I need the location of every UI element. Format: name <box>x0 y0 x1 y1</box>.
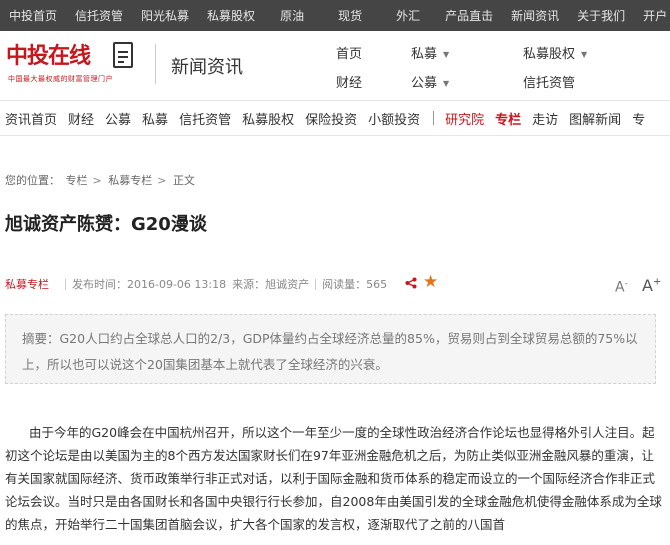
topbar-item-products[interactable]: 产品直击 <box>436 7 502 24</box>
top-navigation-bar: 中投首页 信托资管 阳光私募 私募股权 原油 现货 外汇 产品直击 新闻资讯 关… <box>0 0 670 31</box>
category-navigation: 资讯首页 财经 公募 私募 信托资管 私募股权 保险投资 小额投资 研究院 专栏… <box>0 101 670 136</box>
chevron-down-icon: ▼ <box>581 50 588 59</box>
breadcrumb: 您的位置： 专栏 > 私募专栏 > 正文 <box>5 172 197 188</box>
subnav-item-public-fund[interactable]: 公募 <box>105 109 131 128</box>
share-icon[interactable] <box>405 277 417 289</box>
header-nav-private-fund[interactable]: 私募 ▼ <box>411 43 449 62</box>
article-title: 旭诚资产陈赟：G20漫谈 <box>5 214 207 235</box>
article-summary: 摘要：G20人口约占全球总人口的2/3，GDP体量约占全球经济总量的85%，贸易… <box>5 314 656 384</box>
meta-divider <box>315 278 317 290</box>
topbar-item-crude-oil[interactable]: 原油 <box>264 7 320 24</box>
breadcrumb-prefix: 您的位置： <box>5 174 60 187</box>
section-title: 新闻资讯 <box>171 57 243 78</box>
subnav-item-micro-invest[interactable]: 小额投资 <box>368 109 420 128</box>
favorite-star-icon[interactable]: ★ <box>423 272 438 292</box>
article-source: 来源：旭诚资产 <box>232 278 310 291</box>
header-divider <box>155 44 156 84</box>
article-body-paragraph: 由于今年的G20峰会在中国杭州召开，所以这个一年至少一度的全球性政治经济合作论坛… <box>5 425 662 532</box>
subnav-divider <box>433 111 435 125</box>
subnav-item-finance[interactable]: 财经 <box>68 109 94 128</box>
logo-tagline: 中国最大最权威的财富管理门户 <box>8 75 113 83</box>
subnav-item-private-equity[interactable]: 私募股权 <box>242 109 294 128</box>
header-nav-home[interactable]: 首页 <box>336 43 362 62</box>
subnav-item-special[interactable]: 专 <box>632 109 645 128</box>
site-logo[interactable]: 中投在线 <box>6 38 91 70</box>
breadcrumb-arrow: > <box>157 174 167 187</box>
topbar-item-private-fund[interactable]: 阳光私募 <box>132 7 198 24</box>
publish-time: 发布时间：2016-09-06 13:18 <box>72 278 227 291</box>
decrease-font-button[interactable]: A- <box>615 279 628 296</box>
subnav-item-private-fund[interactable]: 私募 <box>142 109 168 128</box>
topbar-item-trust[interactable]: 信托资管 <box>66 7 132 24</box>
subnav-item-visits[interactable]: 走访 <box>532 109 558 128</box>
subnav-item-infographics[interactable]: 图解新闻 <box>569 109 621 128</box>
topbar-item-home[interactable]: 中投首页 <box>0 7 66 24</box>
topbar-item-private-equity[interactable]: 私募股权 <box>198 7 264 24</box>
header-nav-finance[interactable]: 财经 <box>336 72 362 91</box>
breadcrumb-item-private-column[interactable]: 私募专栏 <box>108 174 152 187</box>
meta-divider <box>65 278 66 290</box>
topbar-item-news[interactable]: 新闻资讯 <box>502 7 568 24</box>
topbar-item-open-account[interactable]: 开户 <box>634 7 670 24</box>
chevron-down-icon: ▼ <box>443 50 450 59</box>
subnav-item-insurance[interactable]: 保险投资 <box>305 109 357 128</box>
topbar-item-forex[interactable]: 外汇 <box>380 7 436 24</box>
subnav-item-trust[interactable]: 信托资管 <box>179 109 231 128</box>
breadcrumb-item-column[interactable]: 专栏 <box>66 174 88 187</box>
breadcrumb-arrow: > <box>92 174 102 187</box>
breadcrumb-item-current: 正文 <box>172 174 195 187</box>
document-icon <box>113 42 133 68</box>
header-nav-public-fund[interactable]: 公募 ▼ <box>411 72 449 91</box>
header-nav-trust[interactable]: 信托资管 <box>523 72 575 91</box>
article-meta: 私募专栏 发布时间：2016-09-06 13:18 来源：旭诚资产 阅读量：5… <box>5 276 387 292</box>
view-count: 阅读量：565 <box>322 278 388 291</box>
header-nav-private-equity[interactable]: 私募股权 ▼ <box>523 43 587 62</box>
subnav-item-column[interactable]: 专栏 <box>495 109 521 128</box>
topbar-item-spot[interactable]: 现货 <box>320 7 380 24</box>
article-category[interactable]: 私募专栏 <box>5 276 49 292</box>
subnav-item-research[interactable]: 研究院 <box>445 109 484 128</box>
chevron-down-icon: ▼ <box>443 79 450 88</box>
subnav-item-news-home[interactable]: 资讯首页 <box>5 109 57 128</box>
increase-font-button[interactable]: A+ <box>642 276 661 295</box>
topbar-item-about[interactable]: 关于我们 <box>568 7 634 24</box>
